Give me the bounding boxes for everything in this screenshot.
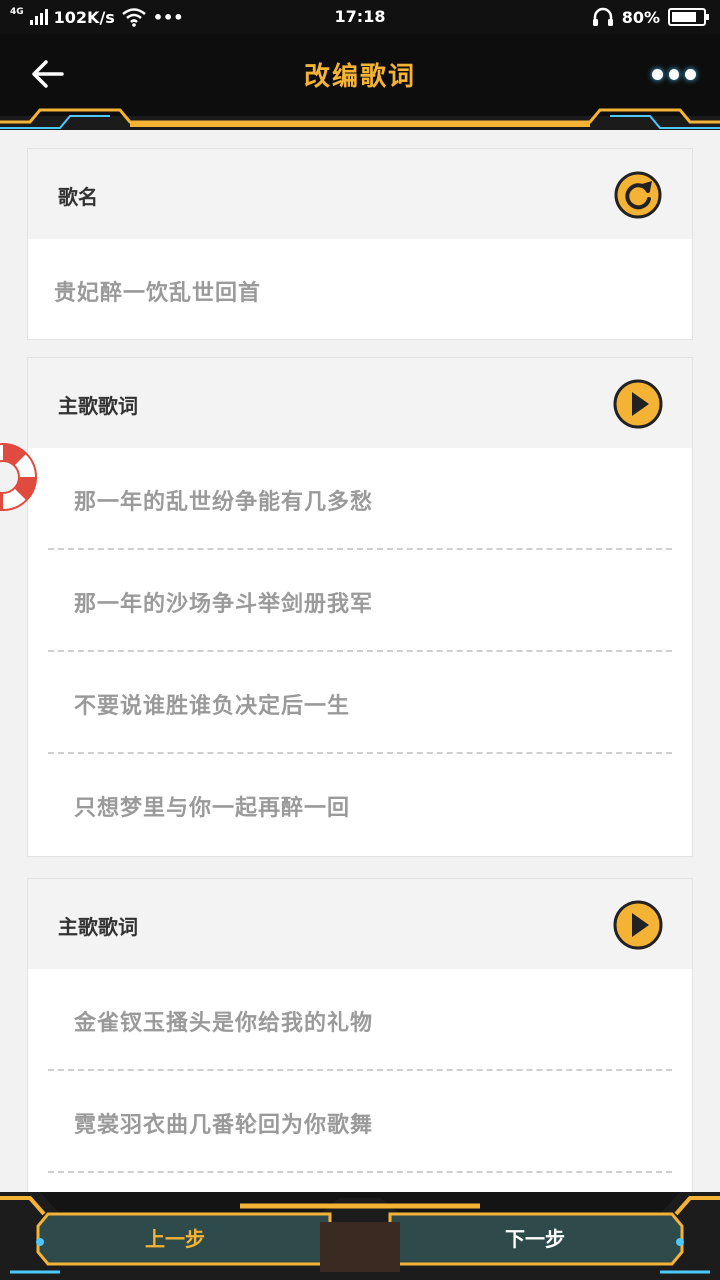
more-options-button[interactable]	[652, 64, 697, 84]
lyric-line[interactable]: 不要说谁胜谁负决定后一生	[28, 652, 692, 754]
song-name-card: 歌名 贵妃醉一饮乱世回首	[27, 148, 693, 340]
lyrics-section-header: 主歌歌词	[28, 879, 692, 969]
status-bar: 4G 102K/s ••• 17:18 80%	[0, 0, 720, 34]
page-title: 改编歌词	[303, 62, 416, 92]
lyric-line[interactable]: 霓裳羽衣曲几番轮回为你歌舞	[28, 1071, 692, 1173]
lifebuoy-icon[interactable]	[0, 440, 40, 514]
status-right: 80%	[592, 7, 709, 27]
song-name-value[interactable]: 贵妃醉一饮乱世回首	[28, 239, 692, 339]
previous-step-button[interactable]: 上一步	[70, 1214, 280, 1264]
lyrics-section-1: 主歌歌词 那一年的乱世纷争能有几多愁 那一年的沙场争斗举剑册我军 不要说谁胜谁负…	[27, 357, 693, 857]
lyrics-section-label: 主歌歌词	[58, 394, 138, 418]
lyric-line[interactable]: 金雀钗玉搔头是你给我的礼物	[28, 969, 692, 1071]
app-header: 改编歌词	[0, 34, 720, 130]
lyrics-section-2: 主歌歌词 金雀钗玉搔头是你给我的礼物 霓裳羽衣曲几番轮回为你歌舞	[27, 878, 693, 1208]
song-name-header: 歌名	[28, 149, 692, 239]
lyrics-section-header: 主歌歌词	[28, 358, 692, 448]
song-name-label: 歌名	[58, 185, 98, 209]
refresh-button[interactable]	[612, 169, 664, 221]
more-dots-icon	[652, 68, 663, 80]
battery-percent: 80%	[621, 7, 660, 27]
lyric-line[interactable]: 那一年的沙场争斗举剑册我军	[28, 550, 692, 652]
lyric-line[interactable]: 那一年的乱世纷争能有几多愁	[28, 448, 692, 550]
battery-icon	[668, 8, 709, 26]
play-button[interactable]	[612, 378, 664, 430]
lyric-line[interactable]: 只想梦里与你一起再醉一回	[28, 754, 692, 856]
lyrics-section-label: 主歌歌词	[58, 915, 138, 939]
play-button[interactable]	[612, 899, 664, 951]
headphones-icon	[592, 7, 613, 26]
bottom-nav-bar: 上一步 下一步	[0, 1192, 720, 1280]
next-step-button[interactable]: 下一步	[430, 1214, 640, 1264]
header-decoration	[0, 108, 720, 130]
